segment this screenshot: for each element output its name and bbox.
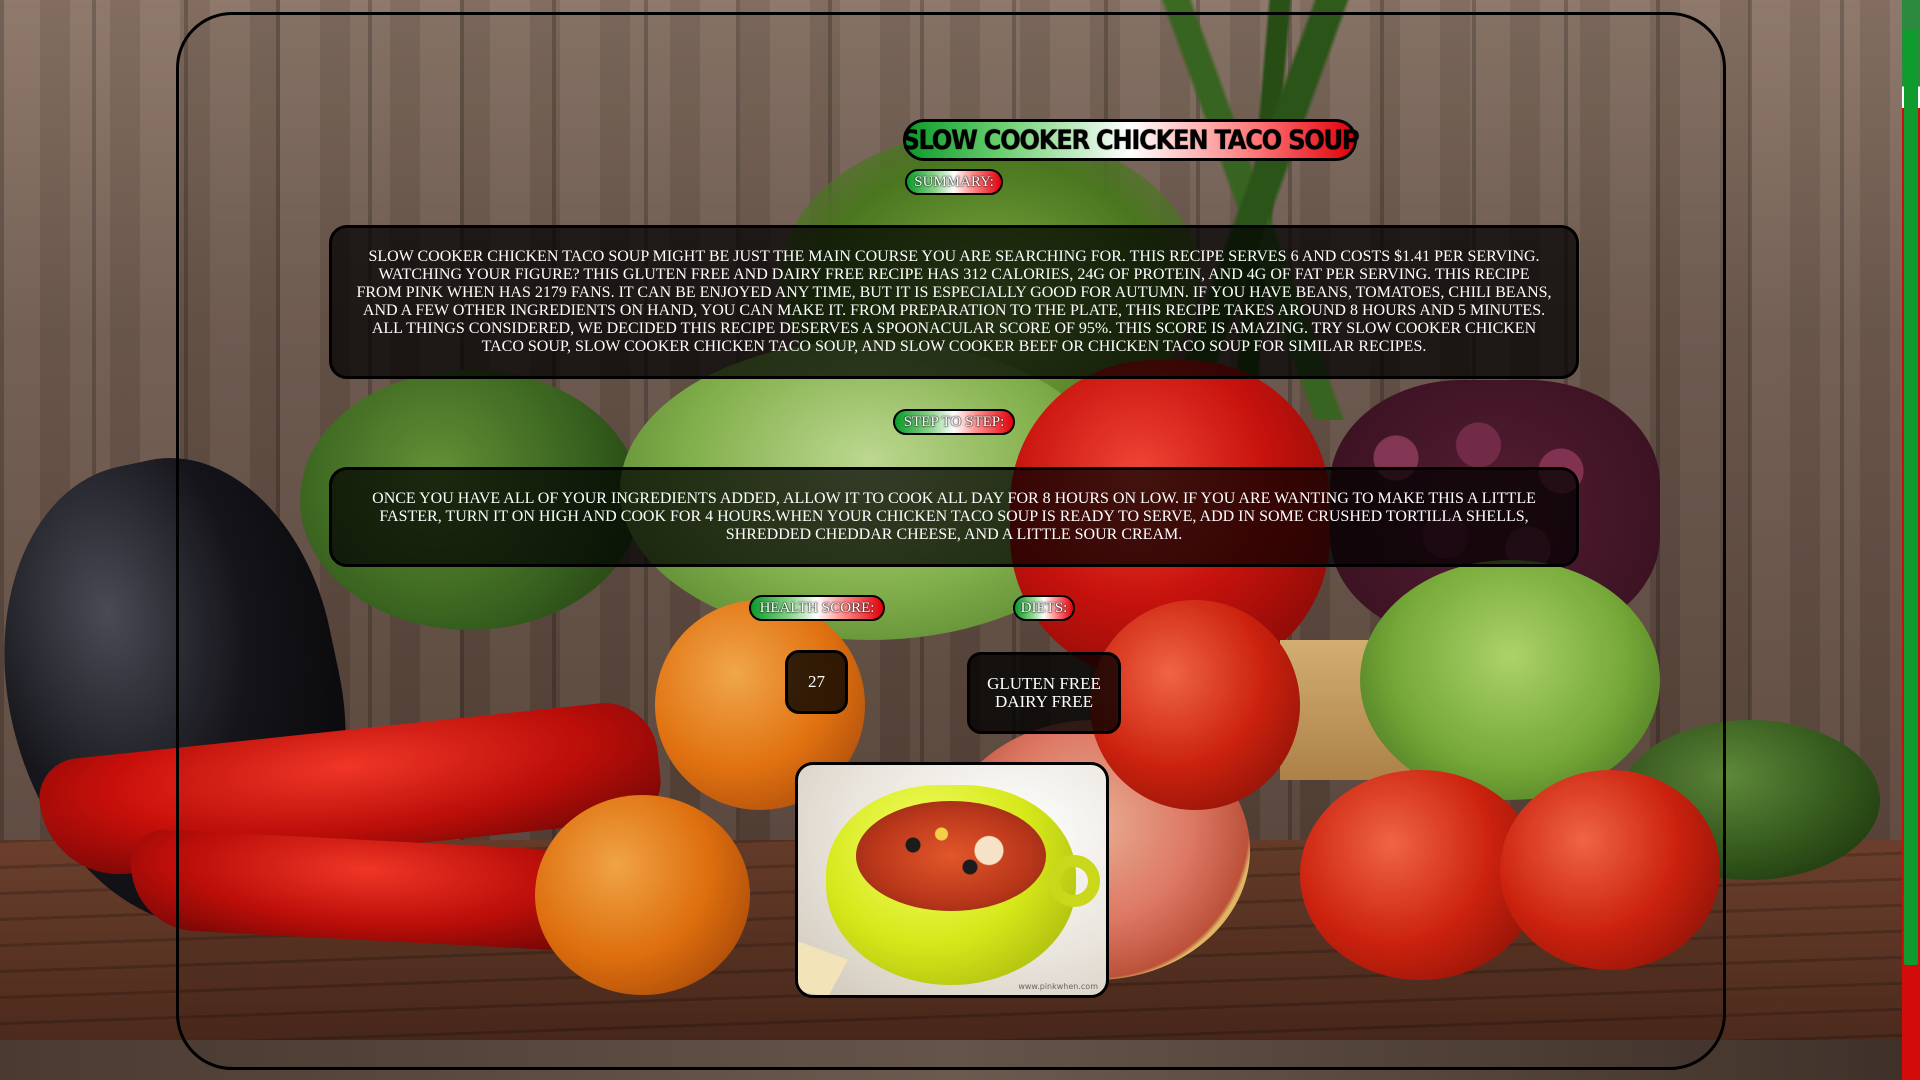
health-score-value: 27 bbox=[808, 672, 825, 691]
summary-label: SUMMARY: bbox=[905, 169, 1003, 195]
bowl-handle-image bbox=[1048, 855, 1100, 907]
vertical-scrollbar[interactable] bbox=[1902, 0, 1920, 1080]
scrollbar-thumb[interactable] bbox=[1904, 30, 1918, 965]
diet-item: gluten free bbox=[987, 674, 1101, 693]
diets-label: DIETS: bbox=[1013, 595, 1075, 621]
photo-watermark: www.pinkwhen.com bbox=[1018, 982, 1098, 991]
diets-box: gluten free dairy free bbox=[967, 652, 1121, 734]
recipe-title: SLOW COOKER CHICKEN TACO SOUP bbox=[901, 119, 1359, 161]
health-score-box: 27 bbox=[785, 650, 848, 714]
steps-text: Once you have all of your ingredients ad… bbox=[372, 490, 1536, 543]
soup-image bbox=[856, 801, 1046, 911]
summary-box: Slow Cooker Chicken Taco Soup might be j… bbox=[329, 225, 1579, 379]
recipe-title-text: SLOW COOKER CHICKEN TACO SOUP bbox=[901, 124, 1359, 156]
health-score-label: HEALTH SCORE: bbox=[749, 595, 885, 621]
steps-box: Once you have all of your ingredients ad… bbox=[329, 467, 1579, 567]
diet-item: dairy free bbox=[994, 692, 1094, 711]
summary-text: Slow Cooker Chicken Taco Soup might be j… bbox=[356, 248, 1552, 355]
recipe-photo: www.pinkwhen.com bbox=[795, 762, 1109, 998]
steps-label: STEP TO STEP: bbox=[893, 409, 1015, 435]
tortilla-chip-image bbox=[798, 941, 848, 995]
